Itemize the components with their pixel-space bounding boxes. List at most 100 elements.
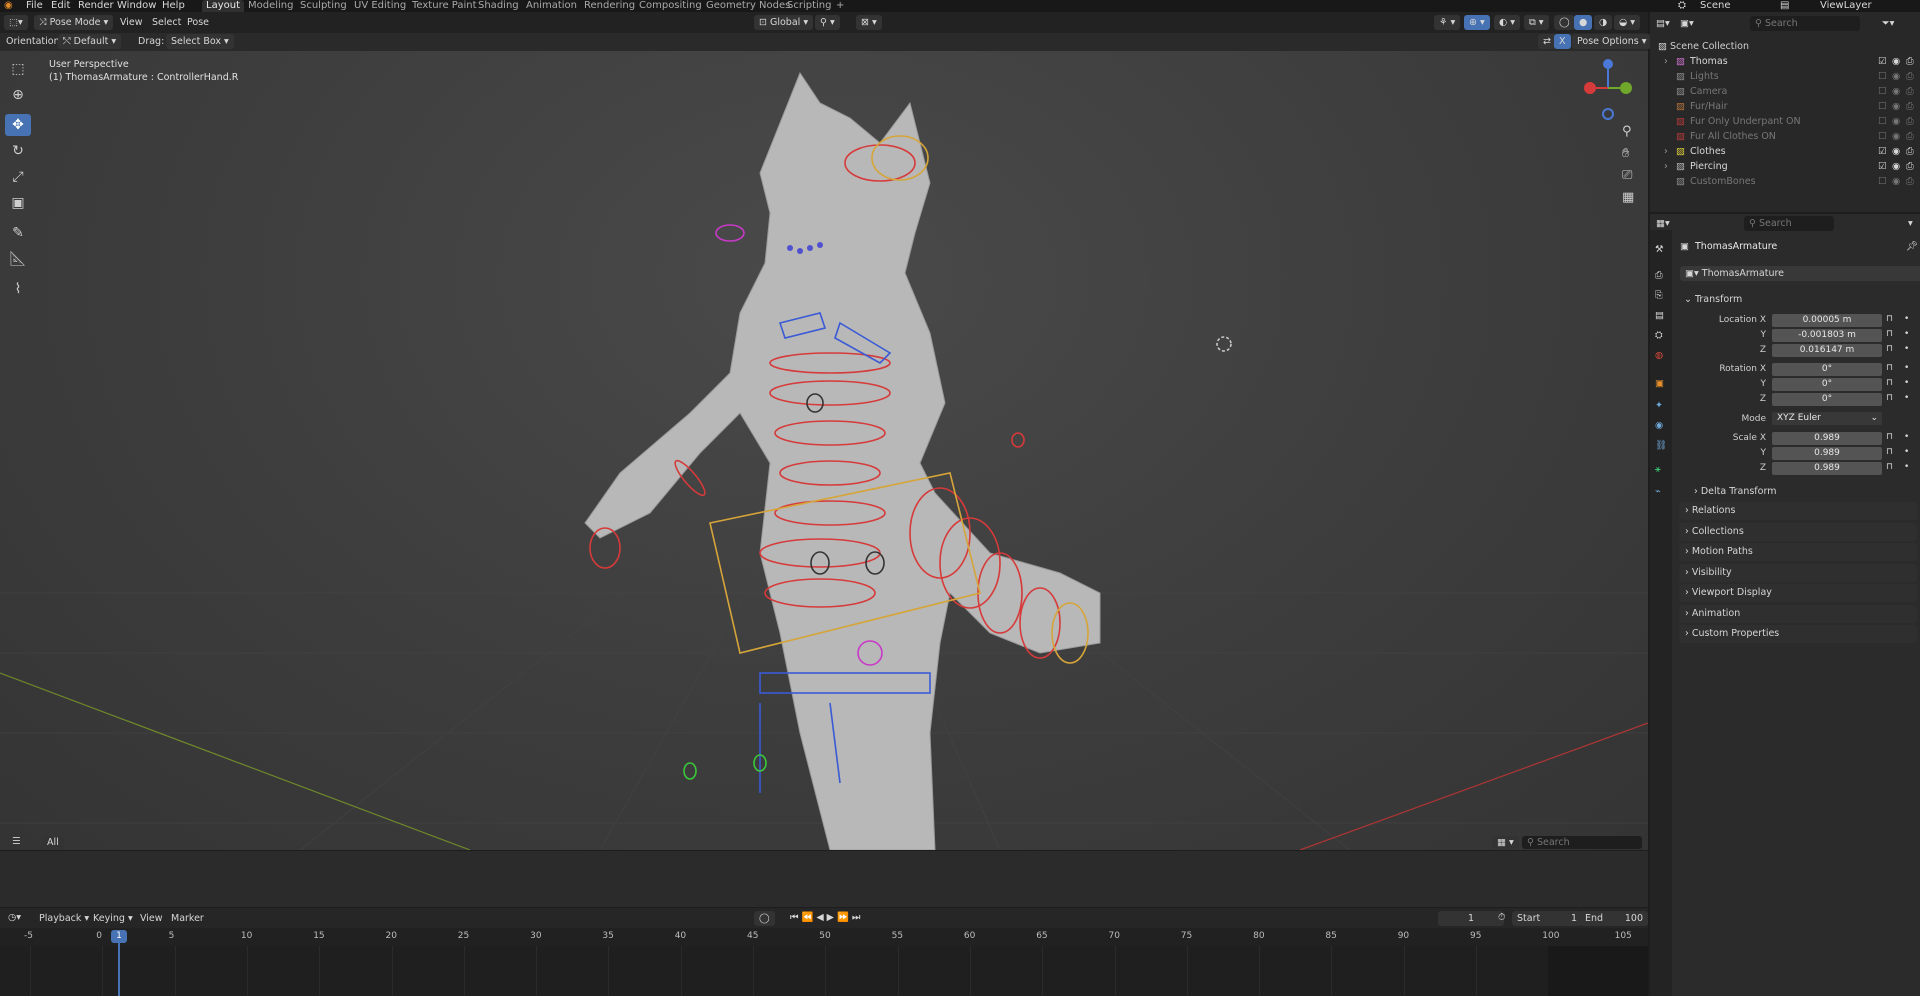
eye-icon[interactable]: ◉ bbox=[1892, 99, 1900, 114]
expand-chevron-icon[interactable]: › bbox=[1664, 159, 1668, 174]
tab-animation[interactable]: Animation bbox=[522, 0, 581, 12]
menu-select[interactable]: Select bbox=[152, 17, 181, 28]
lock-icon[interactable]: ⊓ bbox=[1886, 462, 1893, 472]
keyframe-dot-icon[interactable]: • bbox=[1904, 363, 1909, 373]
scale-y-field[interactable]: 0.989 bbox=[1772, 447, 1882, 460]
camera-render-icon[interactable]: ⎙ bbox=[1906, 84, 1914, 99]
panel-custom-properties[interactable]: › Custom Properties bbox=[1679, 625, 1917, 643]
output-tab-icon[interactable]: ⎘ bbox=[1655, 290, 1663, 301]
delta-transform-subpanel[interactable]: › Delta Transform bbox=[1694, 486, 1776, 497]
outliner-editor-icon[interactable]: ▤▾ bbox=[1656, 18, 1670, 29]
armature-data-tab-icon[interactable]: ⚹ bbox=[1655, 464, 1661, 475]
tab-texture-paint[interactable]: Texture Paint bbox=[408, 0, 481, 12]
menu-edit[interactable]: Edit bbox=[51, 0, 70, 12]
location-z-field[interactable]: 0.016147 m bbox=[1772, 344, 1882, 357]
measure-tool[interactable]: 📐︎ bbox=[5, 248, 31, 270]
camera-render-icon[interactable]: ⎙ bbox=[1906, 99, 1914, 114]
pin-icon[interactable]: 📌︎ bbox=[1906, 241, 1918, 252]
rotation-mode-dropdown[interactable]: XYZ Euler ⌄ bbox=[1772, 412, 1882, 425]
editor-type-icon[interactable]: ⬚▾ bbox=[4, 15, 28, 30]
outliner-row[interactable]: ▨ Lights ☐ ◉ ⎙ bbox=[1650, 69, 1920, 84]
view-layer-tab-icon[interactable]: ▤ bbox=[1655, 310, 1664, 321]
menu-keying[interactable]: Keying ▾ bbox=[88, 911, 138, 926]
expand-chevron-icon[interactable]: › bbox=[1664, 54, 1668, 69]
panel-relations[interactable]: › Relations bbox=[1679, 502, 1917, 520]
material-shading-button[interactable]: ◑ bbox=[1594, 15, 1613, 30]
end-frame-field[interactable]: End 100 bbox=[1580, 911, 1648, 926]
keyframe-dot-icon[interactable]: • bbox=[1904, 462, 1909, 472]
keyframe-dot-icon[interactable]: • bbox=[1904, 378, 1909, 388]
3d-viewport[interactable] bbox=[0, 33, 1648, 850]
menu-file[interactable]: File bbox=[26, 0, 43, 12]
all-tab[interactable]: All bbox=[42, 836, 64, 849]
rotation-z-field[interactable]: 0° bbox=[1772, 393, 1882, 406]
eye-icon[interactable]: ◉ bbox=[1892, 159, 1900, 174]
outliner-row[interactable]: ▨ CustomBones ☐ ◉ ⎙ bbox=[1650, 174, 1920, 189]
camera-view-icon[interactable]: ⎚ bbox=[1622, 168, 1632, 183]
keyframe-dot-icon[interactable]: • bbox=[1904, 393, 1909, 403]
menu-pose[interactable]: Pose bbox=[187, 17, 209, 28]
playback-controls[interactable]: ⏮⏪◀▶⏩⏭ bbox=[790, 912, 863, 923]
render-tab-icon[interactable]: ⎙ bbox=[1655, 270, 1663, 281]
panel-viewport-display[interactable]: › Viewport Display bbox=[1679, 584, 1917, 602]
auto-keying-toggle[interactable]: ◯ bbox=[754, 911, 775, 926]
drag-dropdown[interactable]: Select Box ▾ bbox=[166, 34, 234, 49]
tab-geometry-nodes[interactable]: Geometry Nodes bbox=[702, 0, 794, 12]
bone-tab-icon[interactable]: ⌁ bbox=[1655, 486, 1661, 497]
checkbox-icon[interactable]: ☑ bbox=[1878, 54, 1887, 69]
footer-search-input[interactable]: ⚲ Search bbox=[1522, 836, 1642, 849]
lock-icon[interactable]: ⊓ bbox=[1886, 393, 1893, 403]
view-layer-name[interactable]: ViewLayer bbox=[1820, 0, 1872, 12]
lock-icon[interactable]: ⊓ bbox=[1886, 363, 1893, 373]
eye-icon[interactable]: ◉ bbox=[1892, 174, 1900, 189]
hamburger-icon[interactable]: ☰ bbox=[12, 836, 21, 847]
keyframe-dot-icon[interactable]: • bbox=[1904, 447, 1909, 457]
location-x-field[interactable]: 0.00005 m bbox=[1772, 314, 1882, 327]
camera-render-icon[interactable]: ⎙ bbox=[1906, 129, 1914, 144]
current-frame-field[interactable]: 1 bbox=[1438, 911, 1504, 926]
lock-icon[interactable]: ⊓ bbox=[1886, 344, 1893, 354]
object-name-field[interactable]: ▣▾ ThomasArmature bbox=[1680, 266, 1920, 281]
snap-toggle[interactable]: ⊠ ▾ bbox=[856, 15, 882, 30]
properties-editor-icon[interactable]: ▦▾ bbox=[1656, 218, 1670, 229]
eye-icon[interactable]: ◉ bbox=[1892, 54, 1900, 69]
pivot-point-dropdown[interactable]: ⚲ ▾ bbox=[815, 15, 840, 30]
menu-render[interactable]: Render bbox=[78, 0, 114, 12]
scale-x-field[interactable]: 0.989 bbox=[1772, 432, 1882, 445]
overlays-toggle[interactable]: ◐ ▾ bbox=[1494, 15, 1521, 30]
camera-render-icon[interactable]: ⎙ bbox=[1906, 174, 1914, 189]
xray-toggle[interactable]: ⧉ ▾ bbox=[1524, 15, 1549, 30]
add-workspace-icon[interactable]: + bbox=[832, 0, 848, 12]
panel-collections[interactable]: › Collections bbox=[1679, 522, 1917, 541]
rendered-shading-button[interactable]: ◒ ▾ bbox=[1614, 15, 1641, 30]
camera-render-icon[interactable]: ⎙ bbox=[1906, 54, 1914, 69]
outliner-row[interactable]: › ▨ Piercing ☑ ◉ ⎙ bbox=[1650, 159, 1920, 174]
x-mirror-toggle[interactable]: X bbox=[1554, 34, 1571, 49]
outliner-row[interactable]: ▨ Fur All Clothes ON ☐ ◉ ⎙ bbox=[1650, 129, 1920, 144]
checkbox-icon[interactable]: ☐ bbox=[1878, 129, 1887, 144]
cursor-tool[interactable]: ⊕ bbox=[5, 84, 31, 106]
keyframe-dot-icon[interactable]: • bbox=[1904, 344, 1909, 354]
transform-panel-header[interactable]: ⌄ Transform bbox=[1684, 294, 1742, 305]
empty-editor-area[interactable] bbox=[0, 851, 1648, 907]
move-tool[interactable]: ✥ bbox=[5, 114, 31, 136]
constraints-tab-icon[interactable]: ⛓︎ bbox=[1655, 440, 1667, 451]
mode-dropdown[interactable]: ⤨ Pose Mode ▾ bbox=[34, 15, 114, 30]
eye-icon[interactable]: ◉ bbox=[1892, 144, 1900, 159]
scene-tab-icon[interactable]: ⛭ bbox=[1655, 330, 1663, 341]
eye-icon[interactable]: ◉ bbox=[1892, 84, 1900, 99]
menu-timeline-view[interactable]: View bbox=[140, 913, 163, 924]
view-mode-dropdown[interactable]: ▦ ▾ bbox=[1492, 836, 1519, 849]
filter-icon[interactable]: ⏷▾ bbox=[1882, 18, 1894, 29]
checkbox-icon[interactable]: ☐ bbox=[1878, 99, 1887, 114]
tab-sculpting[interactable]: Sculpting bbox=[296, 0, 351, 12]
breakdowner-tool[interactable]: ⌇ bbox=[5, 278, 31, 300]
outliner-row[interactable]: › ▨ Clothes ☑ ◉ ⎙ bbox=[1650, 144, 1920, 159]
eye-icon[interactable]: ◉ bbox=[1892, 114, 1900, 129]
tab-scripting[interactable]: Scripting bbox=[783, 0, 835, 12]
outliner-row[interactable]: ▨ Camera ☐ ◉ ⎙ bbox=[1650, 84, 1920, 99]
timeline-editor-icon[interactable]: ◷▾ bbox=[8, 912, 21, 923]
transform-orientation-dropdown[interactable]: ⊡ Global ▾ bbox=[754, 15, 814, 30]
outliner-row[interactable]: › ▨ Thomas ☑ ◉ ⎙ bbox=[1650, 54, 1920, 69]
tab-shading[interactable]: Shading bbox=[474, 0, 523, 12]
